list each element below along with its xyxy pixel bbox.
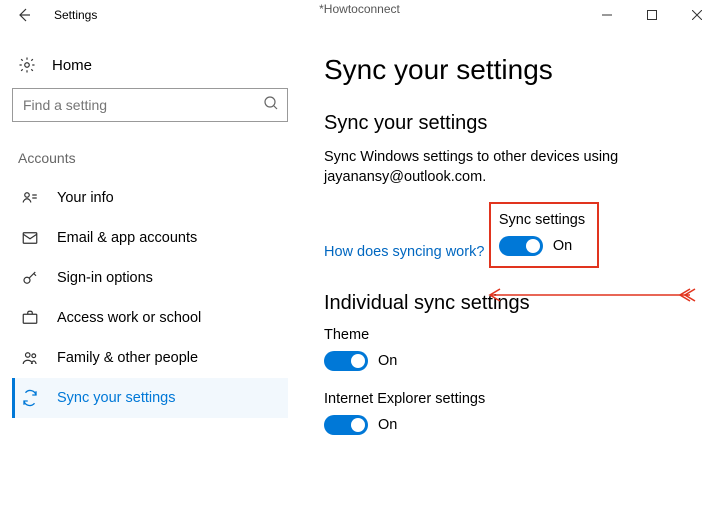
sidebar-item-label: Your info (57, 190, 114, 206)
sidebar-item-label: Sign-in options (57, 270, 153, 286)
main-panel: Sync your settings Sync your settings Sy… (300, 30, 719, 522)
ie-label: Internet Explorer settings (324, 391, 695, 407)
sidebar: Home Accounts Your info (0, 30, 300, 522)
people-icon (21, 349, 39, 367)
minimize-button[interactable] (584, 0, 629, 30)
home-label: Home (52, 57, 92, 74)
window-controls (584, 0, 719, 30)
sync-settings-state: On (553, 238, 572, 254)
theme-toggle[interactable] (324, 351, 368, 371)
back-button[interactable] (0, 0, 48, 30)
sidebar-item-label: Access work or school (57, 310, 201, 326)
sidebar-item-family[interactable]: Family & other people (12, 338, 288, 378)
sidebar-item-work-school[interactable]: Access work or school (12, 298, 288, 338)
sidebar-item-label: Sync your settings (57, 390, 175, 406)
home-nav[interactable]: Home (12, 50, 288, 88)
arrow-left-icon (16, 7, 32, 23)
sidebar-item-sync[interactable]: Sync your settings (12, 378, 288, 418)
ie-state: On (378, 417, 397, 433)
gear-icon (18, 56, 36, 74)
content-area: Home Accounts Your info (0, 30, 719, 522)
sidebar-group-label: Accounts (12, 150, 288, 178)
sync-settings-toggle[interactable] (499, 236, 543, 256)
key-icon (21, 269, 39, 287)
search-icon (263, 95, 279, 116)
watermark-text: *Howtoconnect (319, 2, 400, 16)
theme-setting: Theme On (324, 327, 695, 371)
section-title: Sync your settings (324, 112, 695, 135)
sidebar-item-signin[interactable]: Sign-in options (12, 258, 288, 298)
sync-description: Sync Windows settings to other devices u… (324, 147, 654, 188)
sync-settings-label: Sync settings (499, 212, 585, 228)
help-link[interactable]: How does syncing work? (324, 244, 484, 260)
page-title: Sync your settings (324, 54, 695, 86)
search-box[interactable] (12, 88, 288, 122)
ie-setting: Internet Explorer settings On (324, 391, 695, 435)
maximize-button[interactable] (629, 0, 674, 30)
sidebar-item-label: Email & app accounts (57, 230, 197, 246)
person-card-icon (21, 189, 39, 207)
sync-icon (21, 389, 39, 407)
individual-title: Individual sync settings (324, 292, 695, 315)
sidebar-item-your-info[interactable]: Your info (12, 178, 288, 218)
annotation-highlight-box: Sync settings On (489, 202, 599, 268)
briefcase-icon (21, 309, 39, 327)
ie-toggle[interactable] (324, 415, 368, 435)
sidebar-item-email[interactable]: Email & app accounts (12, 218, 288, 258)
sidebar-item-label: Family & other people (57, 350, 198, 366)
theme-label: Theme (324, 327, 695, 343)
mail-icon (21, 229, 39, 247)
window-title: Settings (54, 8, 97, 22)
titlebar: Settings *Howtoconnect (0, 0, 719, 30)
search-input[interactable] (21, 96, 263, 114)
close-button[interactable] (674, 0, 719, 30)
theme-state: On (378, 353, 397, 369)
